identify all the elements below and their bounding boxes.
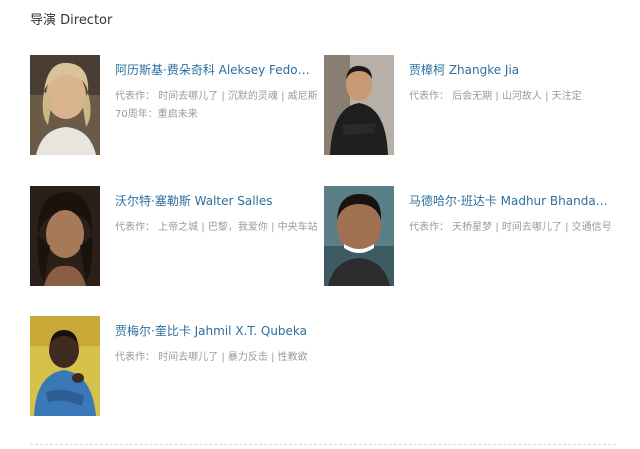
director-photo[interactable] (324, 55, 394, 155)
director-photo[interactable] (324, 186, 394, 286)
director-name[interactable]: 马德哈尔·班达卡 Madhur Bhanda… (409, 194, 619, 208)
director-works: 代表作： 上帝之城 | 巴黎，我爱你 | 中央车站 (115, 222, 318, 233)
director-name[interactable]: 贾梅尔·奎比卡 Jahmil X.T. Qubeka (115, 324, 325, 338)
director-photo[interactable] (30, 316, 100, 416)
director-name[interactable]: 沃尔特·塞勒斯 Walter Salles (115, 194, 325, 208)
director-works: 代表作： 天桥星梦 | 时间去哪儿了 | 交通信号 (409, 222, 612, 233)
section-divider (30, 444, 616, 445)
director-works: 代表作： 时间去哪儿了 | 沉默的灵魂 | 威尼斯70周年：重启未来 (115, 91, 318, 120)
director-card: 阿历斯基·费朵奇科 Aleksey Fedo… 代表作： 时间去哪儿了 | 沉默… (30, 55, 330, 155)
director-card: 沃尔特·塞勒斯 Walter Salles 代表作： 上帝之城 | 巴黎，我爱你… (30, 186, 330, 286)
director-card: 贾梅尔·奎比卡 Jahmil X.T. Qubeka 代表作： 时间去哪儿了 |… (30, 316, 330, 416)
director-works: 代表作： 后会无期 | 山河故人 | 天注定 (409, 91, 582, 102)
director-photo[interactable] (30, 186, 100, 286)
director-card: 贾樟柯 Zhangke Jia 代表作： 后会无期 | 山河故人 | 天注定 (324, 55, 624, 155)
director-name[interactable]: 阿历斯基·费朵奇科 Aleksey Fedo… (115, 63, 325, 77)
director-card: 马德哈尔·班达卡 Madhur Bhanda… 代表作： 天桥星梦 | 时间去哪… (324, 186, 624, 286)
section-title: 导演 Director (30, 13, 113, 28)
director-name[interactable]: 贾樟柯 Zhangke Jia (409, 63, 619, 77)
director-works: 代表作： 时间去哪儿了 | 暴力反击 | 性教欲 (115, 352, 308, 363)
director-photo[interactable] (30, 55, 100, 155)
